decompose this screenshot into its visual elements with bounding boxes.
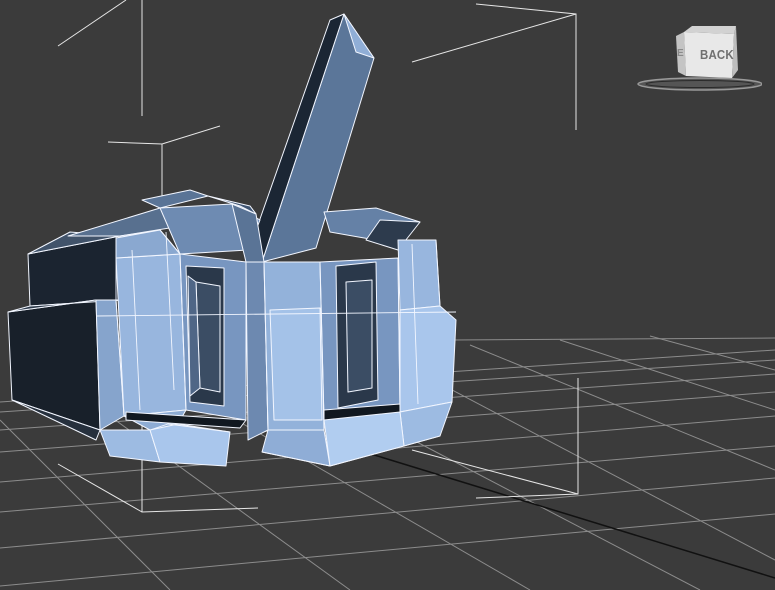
mesh-model[interactable] [7, 13, 457, 467]
3d-viewport[interactable]: E BACK [0, 0, 775, 590]
view-cube-icon: E [637, 26, 762, 91]
view-cube[interactable]: E BACK [634, 14, 762, 96]
svg-text:E: E [677, 48, 684, 59]
